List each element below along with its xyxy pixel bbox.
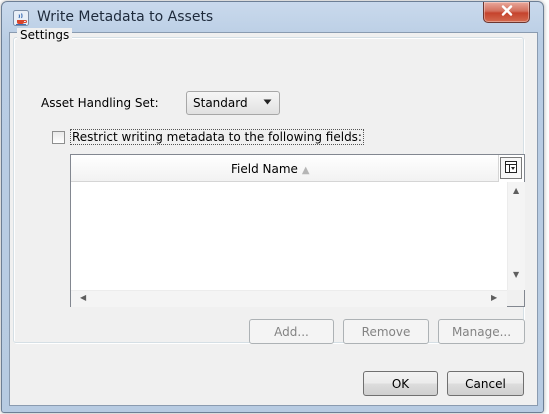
- vertical-scrollbar[interactable]: ▲ ▼: [507, 182, 525, 290]
- column-chooser-icon: [505, 160, 517, 176]
- add-field-button[interactable]: Add...: [249, 319, 334, 344]
- close-button[interactable]: [483, 2, 530, 23]
- title-bar[interactable]: Write Metadata to Assets: [2, 2, 543, 32]
- ok-button[interactable]: OK: [363, 371, 438, 396]
- remove-field-button[interactable]: Remove: [343, 319, 429, 344]
- column-header-label: Field Name: [231, 162, 298, 176]
- asset-handling-label: Asset Handling Set:: [41, 96, 159, 110]
- close-icon: [501, 5, 513, 19]
- scroll-left-icon[interactable]: ◀: [80, 293, 86, 302]
- fields-table[interactable]: Field Name ▲ ▲ ▼ ◀ ▶: [70, 154, 525, 307]
- window-title: Write Metadata to Assets: [37, 9, 214, 25]
- cancel-button[interactable]: Cancel: [447, 371, 524, 396]
- column-chooser-button[interactable]: [500, 157, 522, 179]
- chevron-down-icon: [263, 98, 272, 108]
- scroll-down-icon[interactable]: ▼: [513, 270, 519, 279]
- horizontal-scrollbar[interactable]: ◀ ▶: [71, 290, 507, 307]
- restrict-fields-label[interactable]: Restrict writing metadata to the followi…: [70, 129, 364, 145]
- manage-fields-button[interactable]: Manage...: [438, 319, 525, 344]
- sort-ascending-icon: ▲: [301, 165, 310, 176]
- asset-handling-select[interactable]: Standard: [186, 91, 280, 115]
- table-header: Field Name ▲: [71, 155, 499, 182]
- column-header-field-name[interactable]: Field Name ▲: [231, 162, 310, 176]
- scroll-right-icon[interactable]: ▶: [491, 293, 497, 302]
- java-cup-icon: [13, 10, 29, 26]
- asset-handling-value: Standard: [193, 96, 248, 110]
- scroll-up-icon[interactable]: ▲: [513, 186, 519, 195]
- settings-group-label: Settings: [17, 28, 73, 42]
- scrollbar-corner: [507, 290, 524, 306]
- restrict-fields-checkbox[interactable]: [52, 131, 65, 144]
